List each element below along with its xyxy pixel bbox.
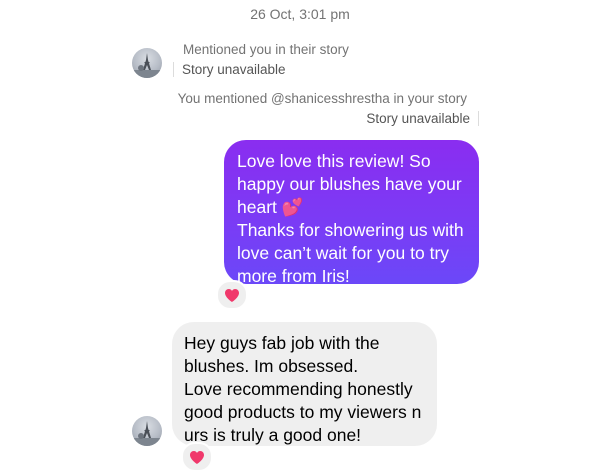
your-story-mention-text: You mentioned @shanicesshrestha in your … [177, 91, 467, 106]
story-unavailable-link[interactable]: Story unavailable [173, 62, 286, 77]
heart-icon [225, 288, 239, 302]
received-message-bubble[interactable]: Hey guys fab job with the blushes. Im ob… [172, 322, 437, 446]
eiffel-tower-avatar-image [132, 53, 162, 78]
heart-icon [190, 450, 204, 464]
story-mention-text: Mentioned you in their story [183, 42, 349, 57]
sent-message-reaction[interactable] [216, 280, 248, 310]
contact-avatar[interactable] [132, 416, 162, 446]
eiffel-tower-avatar-image [132, 421, 162, 446]
thread-timestamp: 26 Oct, 3:01 pm [250, 6, 350, 22]
contact-avatar[interactable] [132, 48, 162, 78]
your-story-unavailable-link[interactable]: Story unavailable [366, 111, 479, 126]
received-message-reaction[interactable] [181, 442, 213, 472]
sent-message-bubble[interactable]: Love love this review! So happy our blus… [224, 140, 479, 286]
